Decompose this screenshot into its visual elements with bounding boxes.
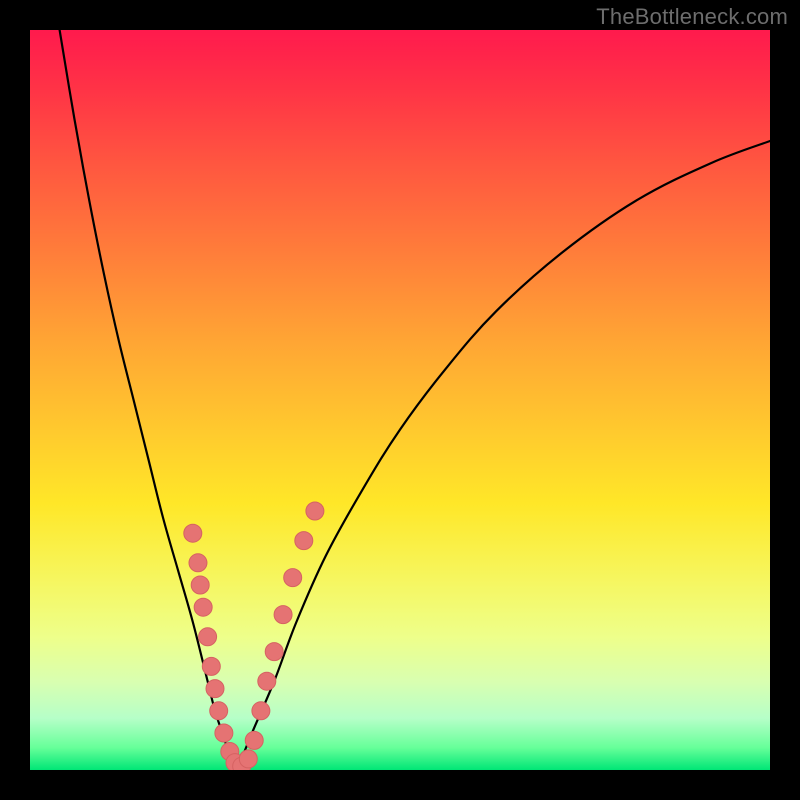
- data-marker: [245, 731, 263, 749]
- data-marker: [252, 702, 270, 720]
- data-marker: [274, 606, 292, 624]
- data-marker: [191, 576, 209, 594]
- attribution-label: TheBottleneck.com: [596, 4, 788, 30]
- chart-frame: TheBottleneck.com: [0, 0, 800, 800]
- data-marker: [199, 628, 217, 646]
- data-marker: [215, 724, 233, 742]
- data-marker: [306, 502, 324, 520]
- data-marker: [295, 532, 313, 550]
- curve-right-branch: [237, 141, 770, 770]
- data-marker: [265, 643, 283, 661]
- data-marker: [258, 672, 276, 690]
- data-marker: [284, 569, 302, 587]
- data-marker: [184, 524, 202, 542]
- data-marker: [194, 598, 212, 616]
- curve-layer: [30, 30, 770, 770]
- data-marker: [189, 554, 207, 572]
- data-marker: [206, 680, 224, 698]
- data-marker: [210, 702, 228, 720]
- data-marker: [202, 657, 220, 675]
- plot-area: [30, 30, 770, 770]
- data-marker: [239, 750, 257, 768]
